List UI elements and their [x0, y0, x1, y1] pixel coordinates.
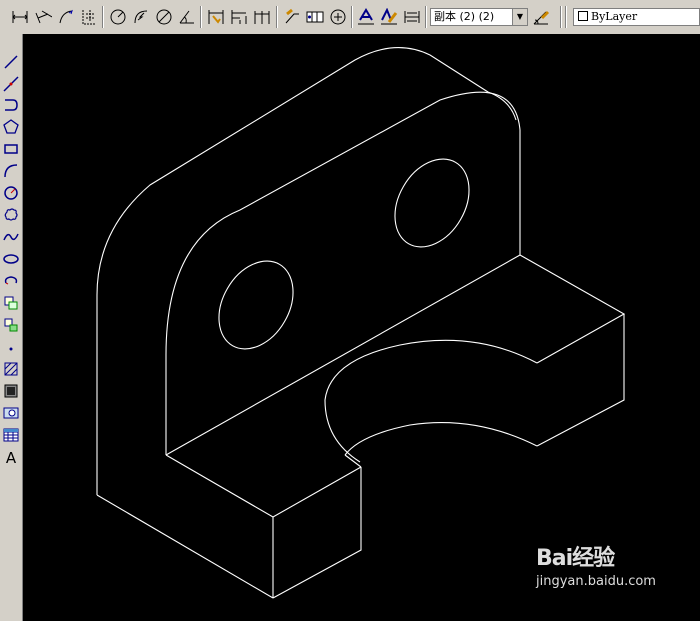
arc-icon[interactable] [1, 161, 21, 181]
diameter-dim-icon[interactable] [154, 7, 174, 27]
dim-edit-icon[interactable] [356, 7, 376, 27]
arc-length-icon[interactable] [56, 7, 76, 27]
quick-leader-icon[interactable] [282, 7, 302, 27]
dimension-toolbar: 副本 (2) (2) ▼ ByLayer [0, 0, 700, 35]
construction-line-icon[interactable] [1, 74, 21, 94]
dim-style-dropdown[interactable]: 副本 (2) (2) ▼ [430, 8, 528, 26]
layer-value: ByLayer [591, 10, 638, 23]
dim-update-icon[interactable] [402, 7, 422, 27]
center-mark-icon[interactable] [328, 7, 348, 27]
jogged-dim-icon[interactable] [131, 7, 151, 27]
continue-dim-icon[interactable] [252, 7, 272, 27]
ellipse-arc-icon[interactable] [1, 271, 21, 291]
revision-cloud-icon[interactable] [1, 205, 21, 225]
circle-icon[interactable] [1, 183, 21, 203]
tolerance-icon[interactable] [305, 7, 325, 27]
line-icon[interactable] [1, 52, 21, 72]
dim-text-edit-icon[interactable] [379, 7, 399, 27]
watermark-url: jingyan.baidu.com [536, 574, 656, 589]
watermark-brand: Bai经验 [536, 546, 615, 571]
chevron-down-icon[interactable]: ▼ [512, 9, 527, 25]
radius-dim-icon[interactable] [108, 7, 128, 27]
ellipse-icon[interactable] [1, 249, 21, 269]
insert-block-icon[interactable] [1, 293, 21, 313]
region-icon[interactable] [1, 403, 21, 423]
drawing-canvas[interactable] [23, 34, 700, 621]
color-swatch-icon [578, 11, 588, 21]
ordinate-dim-icon[interactable] [79, 7, 99, 27]
table-icon[interactable] [1, 425, 21, 445]
quick-dim-icon[interactable] [206, 7, 226, 27]
watermark: Bai经验 jingyan.baidu.com [536, 540, 656, 589]
dim-style-manager-icon[interactable] [531, 7, 551, 27]
spline-icon[interactable] [1, 227, 21, 247]
aligned-dim-icon[interactable] [33, 7, 53, 27]
linear-dim-icon[interactable] [10, 7, 30, 27]
angular-dim-icon[interactable] [177, 7, 197, 27]
dim-style-value: 副本 (2) (2) [434, 10, 495, 23]
isometric-part-drawing [96, 47, 626, 599]
multiline-text-icon[interactable]: A [1, 448, 21, 468]
make-block-icon[interactable] [1, 315, 21, 335]
hatch-icon[interactable] [1, 359, 21, 379]
rectangle-icon[interactable] [1, 139, 21, 159]
polygon-icon[interactable] [1, 117, 21, 137]
baseline-dim-icon[interactable] [229, 7, 249, 27]
layer-dropdown[interactable]: ByLayer [573, 8, 700, 26]
gradient-icon[interactable] [1, 381, 21, 401]
draw-toolbar: A [0, 34, 23, 621]
polyline-icon[interactable] [1, 95, 21, 115]
point-icon[interactable] [1, 337, 21, 357]
